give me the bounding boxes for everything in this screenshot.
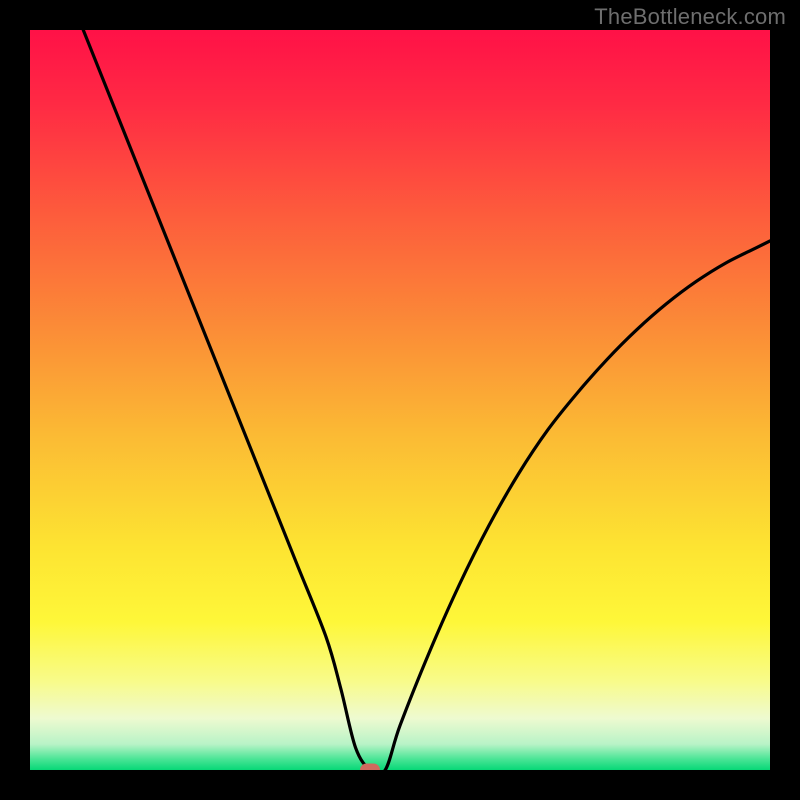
plot-area	[30, 30, 770, 770]
bottleneck-curve	[30, 30, 770, 770]
watermark-text: TheBottleneck.com	[594, 4, 786, 30]
optimal-point-marker	[360, 764, 380, 771]
chart-frame: TheBottleneck.com	[0, 0, 800, 800]
